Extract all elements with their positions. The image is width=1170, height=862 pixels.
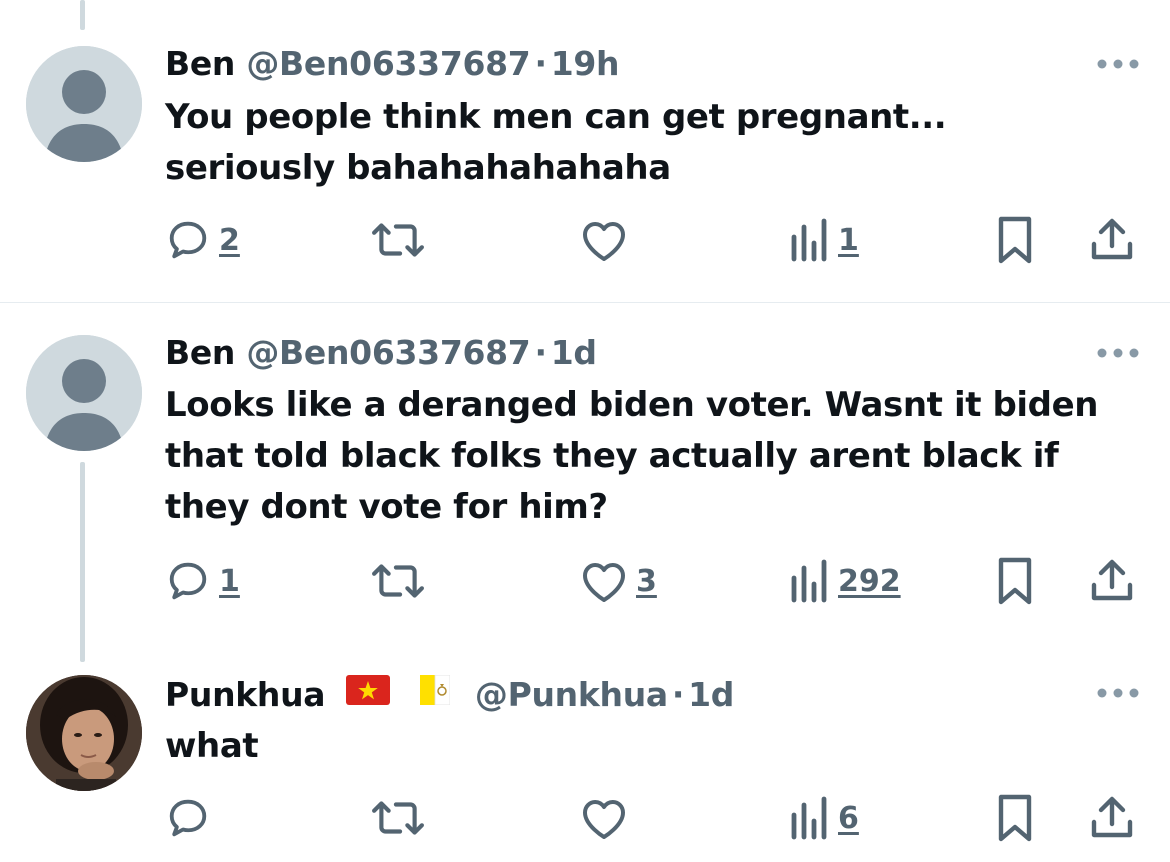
vatican-flag-icon xyxy=(419,674,451,713)
views-button[interactable]: 292 xyxy=(790,556,901,606)
display-name[interactable]: Punkhua xyxy=(165,675,326,714)
retweet-icon xyxy=(372,564,424,598)
retweet-icon xyxy=(372,801,424,835)
view-count[interactable]: 1 xyxy=(838,223,859,258)
bookmark-icon xyxy=(998,794,1032,842)
tweet-text-line: You people think men can get pregnant... xyxy=(165,97,947,137)
tweet-text-line: they dont vote for him? xyxy=(165,487,608,527)
share-button[interactable] xyxy=(1088,556,1136,606)
views-chart-icon xyxy=(791,559,827,603)
bookmark-button[interactable] xyxy=(995,215,1035,265)
reply-count[interactable]: 2 xyxy=(219,223,240,258)
tweet-text: what xyxy=(165,721,1125,772)
display-name[interactable]: Ben xyxy=(165,333,235,372)
bookmark-icon xyxy=(998,216,1032,264)
more-options-icon[interactable] xyxy=(1096,687,1140,699)
vietnam-flag-icon xyxy=(346,674,391,713)
retweet-button[interactable] xyxy=(371,793,425,843)
retweet-icon xyxy=(372,223,424,257)
bookmark-icon xyxy=(998,557,1032,605)
action-bar: 2 1 xyxy=(0,215,1170,265)
share-button[interactable] xyxy=(1088,215,1136,265)
tweet-header: Ben @Ben06337687 · 19h xyxy=(165,44,620,83)
more-options-icon[interactable] xyxy=(1096,347,1140,359)
views-chart-icon xyxy=(791,796,827,840)
bookmark-button[interactable] xyxy=(995,793,1035,843)
action-bar: 6 xyxy=(0,793,1170,843)
share-icon xyxy=(1091,218,1133,260)
retweet-button[interactable] xyxy=(371,215,425,265)
tweet-text-line: what xyxy=(165,726,259,766)
avatar[interactable] xyxy=(26,675,142,791)
default-avatar-icon xyxy=(26,46,142,162)
tweet-text: You people think men can get pregnant...… xyxy=(165,92,1125,194)
views-button[interactable]: 6 xyxy=(790,793,859,843)
separator-dot: · xyxy=(534,44,547,83)
avatar[interactable] xyxy=(26,335,142,451)
tweet[interactable]: Ben @Ben06337687 · 1d Looks like a derange… xyxy=(0,303,1170,633)
tweet-text: Looks like a deranged biden voter. Wasnt… xyxy=(165,380,1125,533)
like-button[interactable] xyxy=(580,215,636,265)
tweet[interactable]: Punkhua @Punkhua · 1d what 6 xyxy=(0,633,1170,862)
like-button[interactable] xyxy=(580,793,636,843)
heart-icon xyxy=(583,222,625,261)
timestamp[interactable]: 1d xyxy=(688,675,734,714)
action-bar: 1 3 292 xyxy=(0,556,1170,606)
views-chart-icon xyxy=(791,218,827,262)
tweet-header: Punkhua @Punkhua · 1d xyxy=(165,674,734,714)
bookmark-button[interactable] xyxy=(995,556,1035,606)
separator-dot: · xyxy=(534,333,547,372)
reply-icon xyxy=(169,562,207,600)
like-count[interactable]: 3 xyxy=(636,564,657,599)
user-handle[interactable]: @Ben06337687 xyxy=(246,44,530,83)
reply-button[interactable]: 1 xyxy=(165,556,240,606)
avatar[interactable] xyxy=(26,46,142,162)
share-icon xyxy=(1091,796,1133,838)
user-photo-avatar-icon xyxy=(26,675,142,791)
reply-button[interactable] xyxy=(165,793,219,843)
tweet-header: Ben @Ben06337687 · 1d xyxy=(165,333,597,372)
heart-icon xyxy=(583,563,625,602)
tweet-text-line: seriously bahahahahahaha xyxy=(165,148,671,188)
like-button[interactable]: 3 xyxy=(580,556,657,606)
tweet-text-line: Looks like a deranged biden voter. Wasnt… xyxy=(165,385,1099,425)
display-name[interactable]: Ben xyxy=(165,44,235,83)
tweet[interactable]: Ben @Ben06337687 · 19h You people think me… xyxy=(0,0,1170,302)
user-handle[interactable]: @Ben06337687 xyxy=(246,333,530,372)
retweet-button[interactable] xyxy=(371,556,425,606)
separator-dot: · xyxy=(671,675,685,714)
heart-icon xyxy=(583,800,625,839)
view-count[interactable]: 6 xyxy=(838,801,859,836)
reply-button[interactable]: 2 xyxy=(165,215,240,265)
tweet-text-line: that told black folks they actually aren… xyxy=(165,436,1059,476)
share-icon xyxy=(1091,559,1133,601)
reply-icon xyxy=(169,221,207,259)
default-avatar-icon xyxy=(26,335,142,451)
reply-count[interactable]: 1 xyxy=(219,564,240,599)
user-handle[interactable]: @Punkhua xyxy=(475,675,668,714)
timestamp[interactable]: 1d xyxy=(551,333,597,372)
timestamp[interactable]: 19h xyxy=(551,44,620,83)
view-count[interactable]: 292 xyxy=(838,564,901,599)
views-button[interactable]: 1 xyxy=(790,215,859,265)
more-options-icon[interactable] xyxy=(1096,58,1140,70)
share-button[interactable] xyxy=(1088,793,1136,843)
reply-icon xyxy=(169,799,207,837)
